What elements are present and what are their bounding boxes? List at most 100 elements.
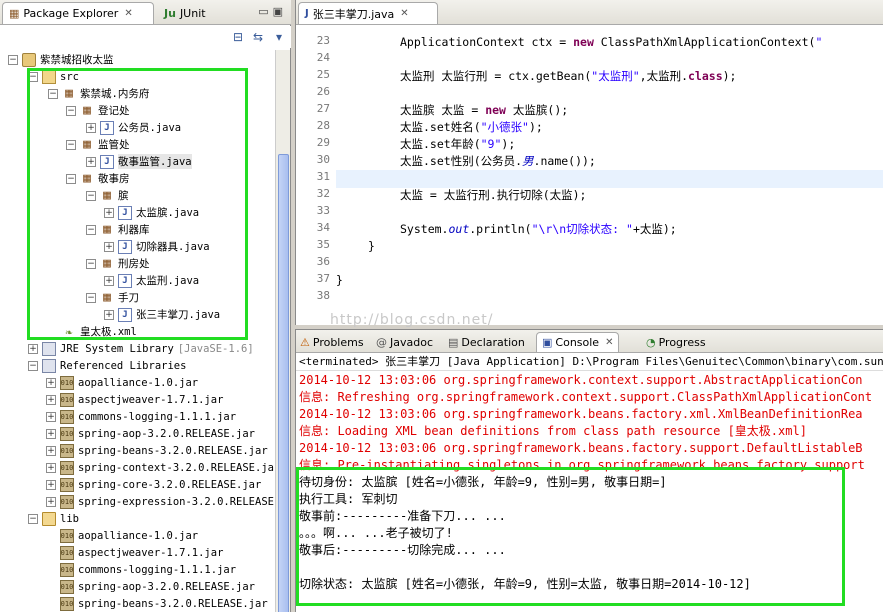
expand-icon[interactable]: + bbox=[46, 496, 56, 507]
collapse-icon[interactable]: − bbox=[28, 513, 38, 524]
expand-icon[interactable]: + bbox=[28, 343, 38, 354]
line-number: 28 bbox=[316, 119, 330, 132]
tree-item[interactable]: 010 spring-aop-3.2.0.RELEASE.jar bbox=[46, 578, 255, 595]
tree-item[interactable]: 010 aspectjweaver-1.7.1.jar bbox=[46, 544, 223, 561]
tab-problems[interactable]: ⚠ Problems bbox=[300, 332, 364, 352]
minimize-maximize-icons[interactable]: ▭▣ bbox=[258, 5, 287, 18]
tree-item[interactable]: − src bbox=[28, 68, 79, 85]
tree-item[interactable]: − ▦ 利器库 bbox=[86, 221, 150, 238]
tree-item[interactable]: − ▦ 膑 bbox=[86, 187, 129, 204]
collapse-icon[interactable]: − bbox=[66, 105, 76, 116]
expand-icon[interactable]: + bbox=[46, 445, 56, 456]
view-menu-icon[interactable]: ▾ bbox=[271, 29, 287, 45]
tab-package-explorer[interactable]: ▦ Package Explorer ✕ bbox=[2, 2, 154, 24]
pkg-icon: ▦ bbox=[83, 137, 91, 152]
tab-label: JUnit bbox=[179, 6, 206, 20]
tree-item[interactable]: + J 太监膑.java bbox=[104, 204, 199, 221]
collapse-icon[interactable]: − bbox=[8, 54, 18, 65]
editor-tab-bar: J 张三丰掌刀.java ✕ bbox=[296, 0, 883, 25]
expand-icon[interactable]: + bbox=[46, 428, 56, 439]
line-number: 31 bbox=[316, 170, 330, 183]
java-icon: J bbox=[118, 307, 132, 322]
tree-item-label: src bbox=[60, 70, 79, 83]
tab-label: Package Explorer bbox=[23, 7, 119, 20]
tree-item[interactable]: − ▦ 刑房处 bbox=[86, 255, 150, 272]
tree-item[interactable]: +010 spring-core-3.2.0.RELEASE.jar bbox=[46, 476, 261, 493]
declaration-icon: ▤ bbox=[448, 335, 459, 349]
tree-scrollbar[interactable] bbox=[275, 50, 290, 612]
problems-icon: ⚠ bbox=[300, 335, 310, 349]
tree-item[interactable]: +010 spring-aop-3.2.0.RELEASE.jar bbox=[46, 425, 255, 442]
expand-icon[interactable]: + bbox=[46, 479, 56, 490]
tree-item[interactable]: +010 spring-beans-3.2.0.RELEASE.jar bbox=[46, 442, 268, 459]
tree-item[interactable]: + J 太监刑.java bbox=[104, 272, 199, 289]
collapse-icon[interactable]: − bbox=[28, 71, 38, 82]
line-number: 24 bbox=[316, 51, 330, 64]
expand-icon[interactable]: + bbox=[104, 241, 114, 252]
collapse-icon[interactable]: − bbox=[86, 292, 96, 303]
tree-item[interactable]: − Referenced Libraries bbox=[28, 357, 186, 374]
tree-item[interactable]: + J 公务员.java bbox=[86, 119, 181, 136]
jar-icon: 010 bbox=[60, 375, 74, 390]
tab-junit[interactable]: Ju JUnit bbox=[158, 2, 238, 24]
collapse-all-icon[interactable]: ⊟ bbox=[230, 29, 246, 45]
collapse-icon[interactable]: − bbox=[28, 360, 38, 371]
tree-item[interactable]: + J 切除器具.java bbox=[104, 238, 210, 255]
expand-icon[interactable]: + bbox=[46, 377, 56, 388]
tree-item[interactable]: 010 aopalliance-1.0.jar bbox=[46, 527, 198, 544]
tree-item[interactable]: +010 commons-logging-1.1.1.jar bbox=[46, 408, 236, 425]
tree-item[interactable]: − ▦ 手刀 bbox=[86, 289, 139, 306]
expand-icon[interactable]: + bbox=[46, 462, 56, 473]
tab-javadoc[interactable]: @ Javadoc bbox=[376, 332, 433, 352]
tree-item[interactable]: + JRE System Library [JavaSE-1.6] bbox=[28, 340, 254, 357]
code-area[interactable]: ApplicationContext ctx = new ClassPathXm… bbox=[336, 27, 883, 325]
tab-declaration[interactable]: ▤ Declaration bbox=[448, 332, 525, 352]
expand-icon[interactable]: + bbox=[86, 122, 96, 133]
code-editor: J 张三丰掌刀.java ✕ 23 24 25 26 27 28 29 30 31 32 33 34 3… bbox=[295, 0, 883, 325]
tree-item[interactable]: − lib bbox=[28, 510, 79, 527]
tree-item[interactable]: +010 spring-expression-3.2.0.RELEASE. bbox=[46, 493, 276, 510]
tree-item-label: 登记处 bbox=[98, 105, 130, 117]
tree-item[interactable]: − 紫禁城招收太监 bbox=[8, 51, 114, 68]
collapse-icon[interactable]: − bbox=[66, 139, 76, 150]
code-line-32: 太监 = 太监行刑.执行切除(太监); bbox=[400, 188, 587, 202]
lib-icon bbox=[42, 358, 56, 373]
tree-item-label: Referenced Libraries bbox=[60, 359, 187, 372]
expand-icon[interactable]: + bbox=[104, 275, 114, 286]
close-icon[interactable]: ✕ bbox=[605, 337, 613, 348]
collapse-icon[interactable]: − bbox=[86, 258, 96, 269]
tree-item-label: aspectjweaver-1.7.1.jar bbox=[78, 546, 224, 559]
tab-console[interactable]: ▣ Console ✕ bbox=[536, 332, 620, 352]
expand-icon[interactable]: + bbox=[46, 411, 56, 422]
tree-item[interactable]: 010 spring-beans-3.2.0.RELEASE.jar bbox=[46, 595, 268, 612]
tree-item[interactable]: +010 spring-context-3.2.0.RELEASE.jar bbox=[46, 459, 276, 476]
src-icon bbox=[42, 69, 56, 84]
collapse-icon[interactable]: − bbox=[66, 173, 76, 184]
close-icon[interactable]: ✕ bbox=[400, 8, 408, 19]
collapse-icon[interactable]: − bbox=[86, 190, 96, 201]
tab-editor-file[interactable]: J 张三丰掌刀.java ✕ bbox=[298, 2, 438, 24]
tree-item[interactable]: 010 commons-logging-1.1.1.jar bbox=[46, 561, 236, 578]
tree-item[interactable]: − ▦ 登记处 bbox=[66, 102, 130, 119]
expand-icon[interactable]: + bbox=[104, 309, 114, 320]
tree-item[interactable]: − ▦ 监管处 bbox=[66, 136, 130, 153]
close-icon[interactable]: ✕ bbox=[124, 8, 132, 19]
tree-item[interactable]: +010 aspectjweaver-1.7.1.jar bbox=[46, 391, 223, 408]
console-panel: ⚠ Problems @ Javadoc ▤ Declaration ▣ Con… bbox=[295, 329, 883, 612]
scrollbar-thumb[interactable] bbox=[278, 154, 289, 612]
tree-item[interactable]: + J 张三丰掌刀.java bbox=[104, 306, 220, 323]
tree-item[interactable]: ❧ 皇太极.xml bbox=[48, 323, 136, 340]
tree-item[interactable]: +010 aopalliance-1.0.jar bbox=[46, 374, 198, 391]
tree-item[interactable]: − ▦ 紫禁城.内务府 bbox=[48, 85, 149, 102]
tree-item[interactable]: + J 敬事监管.java bbox=[86, 153, 192, 170]
expand-icon[interactable]: + bbox=[46, 394, 56, 405]
console-output[interactable]: 2014-10-12 13:03:06 org.springframework.… bbox=[296, 371, 883, 612]
code-line-37: } bbox=[336, 273, 343, 287]
collapse-icon[interactable]: − bbox=[48, 88, 58, 99]
tree-item[interactable]: − ▦ 敬事房 bbox=[66, 170, 130, 187]
link-editor-icon[interactable]: ⇆ bbox=[250, 29, 266, 45]
collapse-icon[interactable]: − bbox=[86, 224, 96, 235]
expand-icon[interactable]: + bbox=[104, 207, 114, 218]
tab-progress[interactable]: ◔ Progress bbox=[646, 332, 706, 352]
expand-icon[interactable]: + bbox=[86, 156, 96, 167]
